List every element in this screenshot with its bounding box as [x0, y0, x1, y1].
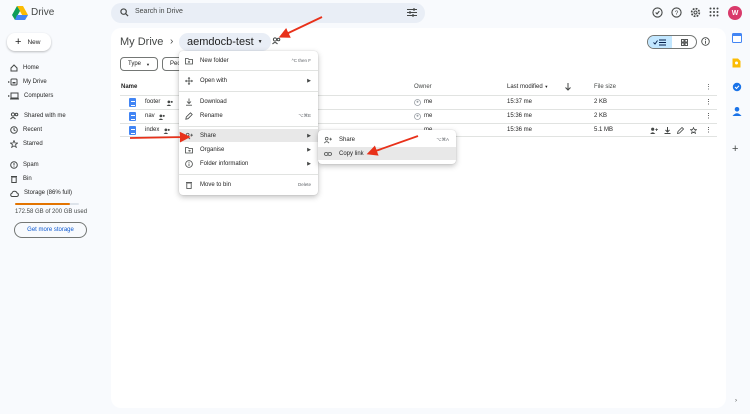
annotation-arrows	[0, 0, 750, 414]
